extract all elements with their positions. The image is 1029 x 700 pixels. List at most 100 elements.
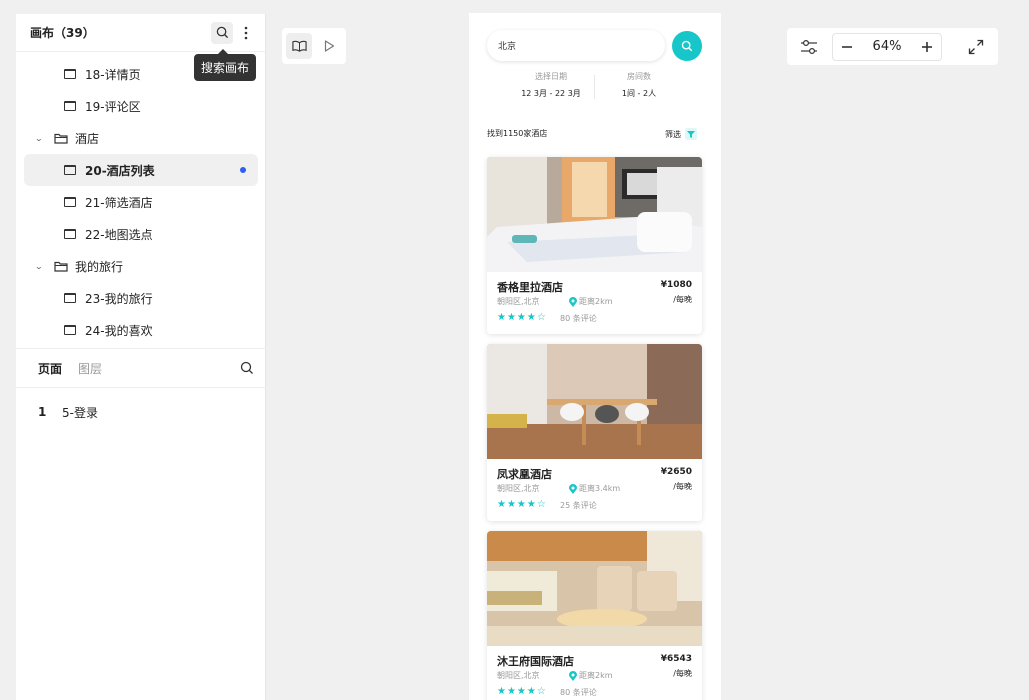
tree-item-label: 18-详情页 [85,67,141,82]
distance-label: 距离2km [579,297,613,306]
city-search-input[interactable]: 北京 [487,30,665,61]
tree-item-label: 我的旅行 [75,259,124,274]
hotel-area: 朝阳区,北京 [497,484,540,493]
price-unit: /每晚 [673,669,692,678]
hotel-price: ¥2650 [660,467,692,477]
plus-icon [922,41,932,52]
page-search-button[interactable] [238,359,256,377]
search-icon [240,361,253,374]
tree-page-22[interactable]: 22-地图选点 [16,218,266,250]
date-selector[interactable]: 选择日期 12 3月 - 22 3月 [501,71,601,99]
search-icon [681,40,693,52]
page-number: 1 [38,405,47,419]
date-value: 12 3月 - 22 3月 [521,89,581,98]
date-label: 选择日期 [535,72,567,81]
distance-label: 距离2km [579,671,613,680]
tree-page-24[interactable]: 24-我的喜欢 [16,314,266,346]
zoom-out-button[interactable] [841,41,853,53]
filter-label: 筛选 [665,129,681,139]
more-options-button[interactable] [237,22,255,44]
hotel-area: 朝阳区,北京 [497,297,540,306]
minus-icon [842,45,852,48]
price-unit: /每晚 [673,482,692,491]
hotel-photo [487,344,702,459]
page-icon [64,325,76,335]
canvas-panel-header: 画布（39） 搜索画布 [16,14,265,81]
tree-page-20-active[interactable]: 20-酒店列表 [24,154,258,186]
page-icon [64,69,76,79]
room-value: 1间 - 2人 [621,89,657,98]
page-label: 5-登录 [62,405,98,420]
tab-pages[interactable]: 页面 [38,360,62,377]
zoom-level[interactable]: 64% [873,39,902,54]
hotel-distance: 距离2km [569,296,613,307]
tree-item-label: 21-筛选酒店 [85,195,153,210]
star-rating: ★★★★☆ [497,686,547,697]
location-pin-icon [569,670,577,681]
hotel-distance: 距离2km [569,670,613,681]
chevron-down-icon[interactable]: ⌄ [35,134,48,143]
tree-page-19[interactable]: 19-评论区 [16,90,266,122]
location-pin-icon [569,483,577,494]
hotel-name: 沐王府国际酒店 [497,655,574,668]
hotel-price: ¥6543 [660,654,692,664]
tree-item-label: 19-评论区 [85,99,141,114]
canvas-tree: 18-详情页 19-评论区 ⌄ 酒店 20-酒店列表 21-筛选酒店 22-地图… [16,52,266,348]
page-list-item[interactable]: 1 5-登录 [16,400,266,424]
book-icon [291,40,307,52]
folder-icon [54,133,68,144]
page-icon [64,165,76,175]
city-search-value: 北京 [498,42,517,52]
hotel-photo [487,531,702,646]
hotel-distance: 距离3.4km [569,483,620,494]
zoom-in-button[interactable] [921,41,933,53]
page-icon [64,197,76,207]
tree-item-label: 23-我的旅行 [85,291,153,306]
distance-label: 距离3.4km [579,484,621,493]
tree-item-label: 22-地图选点 [85,227,153,242]
adjust-button[interactable] [795,33,823,61]
room-selector[interactable]: 房间数 1间 - 2人 [609,71,669,99]
page-icon [64,101,76,111]
zoom-toolbar: 64% [787,28,998,65]
page-icon [64,229,76,239]
folder-icon [54,261,68,272]
tree-folder-my-trips[interactable]: ⌄ 我的旅行 [16,250,266,282]
more-vertical-icon [244,26,248,39]
search-go-button[interactable] [672,31,702,61]
tree-item-label: 酒店 [75,131,100,146]
tree-item-label: 20-酒店列表 [85,163,155,178]
divider [594,75,595,99]
filter-button[interactable]: 筛选 [665,128,697,140]
result-count: 找到1150家酒店 [487,129,548,138]
tree-folder-hotel[interactable]: ⌄ 酒店 [16,122,266,154]
hotel-photo [487,157,702,272]
chevron-down-icon[interactable]: ⌄ [35,262,48,271]
canvas-panel: 画布（39） 搜索画布 18-详情页 19-评论区 ⌄ 酒店 20-酒店列表 2… [16,14,266,700]
hotel-card[interactable]: 沐王府国际酒店 ¥6543 /每晚 朝阳区,北京 距离2km ★★★★☆ 80 … [487,531,702,700]
page-list: 1 5-登录 [16,400,266,424]
tree-page-21[interactable]: 21-筛选酒店 [16,186,266,218]
hotel-name: 香格里拉酒店 [497,281,563,294]
expand-icon [968,39,984,54]
hotel-card[interactable]: 凤求凰酒店 ¥2650 /每晚 朝阳区,北京 距离3.4km ★★★★☆ 25 … [487,344,702,521]
filter-icon [685,128,697,140]
search-canvas-tooltip: 搜索画布 [194,49,257,81]
artboard-hotel-list[interactable]: 北京 选择日期 12 3月 - 22 3月 房间数 1间 - 2人 找到1150… [469,13,721,700]
book-mode-button[interactable] [286,33,312,59]
current-page-dot [240,167,246,173]
panel-tabs: 页面 图层 [16,348,266,388]
star-rating: ★★★★☆ [497,499,547,510]
hotel-card[interactable]: 香格里拉酒店 ¥1080 /每晚 朝阳区,北京 距离2km ★★★★☆ 80 条… [487,157,702,334]
search-canvas-button[interactable] [211,21,233,44]
fullscreen-button[interactable] [962,33,990,61]
play-icon [324,40,334,52]
hotel-price: ¥1080 [660,280,692,290]
hotel-name: 凤求凰酒店 [497,468,552,481]
tab-layers[interactable]: 图层 [78,360,102,377]
location-pin-icon [569,296,577,307]
tree-page-23[interactable]: 23-我的旅行 [16,282,266,314]
hotel-area: 朝阳区,北京 [497,671,540,680]
play-button[interactable] [316,33,342,59]
view-toolbar [282,28,346,64]
